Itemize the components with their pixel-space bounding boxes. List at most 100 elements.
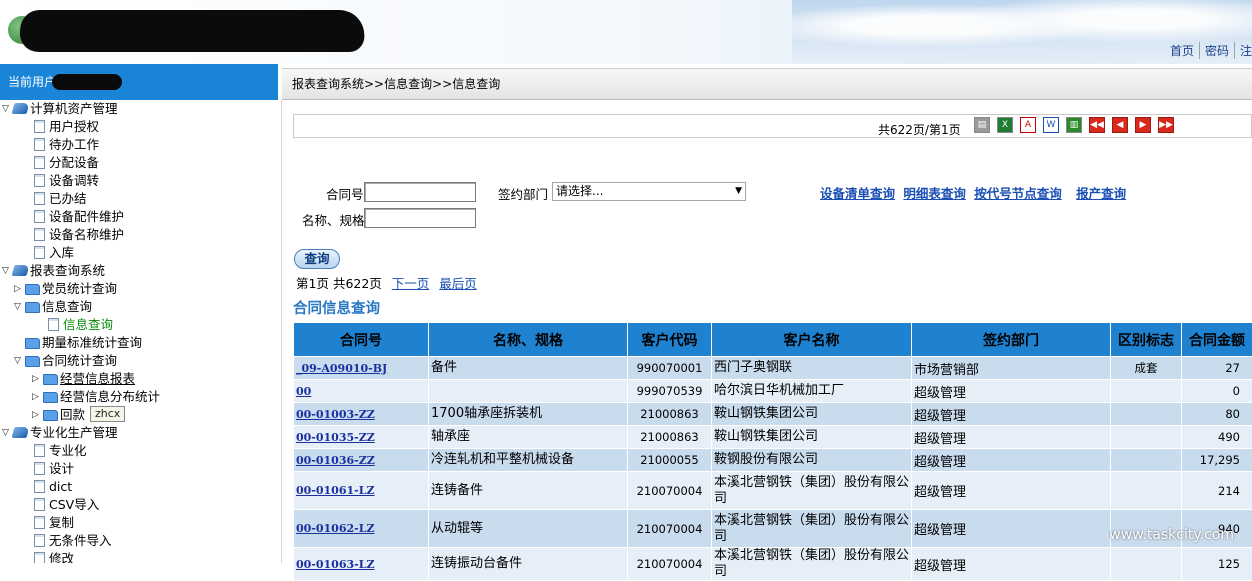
sidebar-item[interactable]: 待办工作: [0, 136, 281, 154]
sidebar-item[interactable]: ▽报表查询系统: [0, 262, 281, 280]
sidebar-item[interactable]: 设计: [0, 460, 281, 478]
table-row[interactable]: 00-01003-ZZ1700轴承座拆装机21000863鞍山钢铁集团公司超级管…: [294, 403, 1252, 426]
csv-icon[interactable]: ▥: [1066, 117, 1082, 133]
contract-link[interactable]: 00-01035-ZZ: [296, 431, 375, 444]
sidebar-item[interactable]: 已办结: [0, 190, 281, 208]
sidebar-item[interactable]: CSV导入: [0, 496, 281, 514]
detail-table-query-link[interactable]: 明细表查询: [903, 186, 966, 201]
tree-collapsed-icon[interactable]: ▷: [32, 388, 41, 406]
cell-contract-no[interactable]: 00-01003-ZZ: [294, 403, 429, 426]
sidebar-item[interactable]: ▷经营信息报表: [0, 370, 281, 388]
code-node-query-link[interactable]: 按代号节点查询: [974, 186, 1062, 201]
cell-customer-name: 本溪北营钢铁（集团）股份有限公司: [712, 510, 912, 548]
sidebar-item-label: 设备名称维护: [49, 226, 124, 244]
sidebar-item[interactable]: dict: [0, 478, 281, 496]
sidebar-item[interactable]: ▽专业化生产管理: [0, 424, 281, 442]
sidebar-item-label: CSV导入: [49, 496, 99, 514]
cell-contract-no[interactable]: _09-A09010-BJ: [294, 357, 429, 380]
doc-icon: [34, 174, 45, 187]
name-spec-input[interactable]: [364, 208, 476, 228]
tree-expanded-icon[interactable]: ▽: [2, 424, 11, 442]
logout-link[interactable]: 注: [1235, 42, 1252, 59]
contract-link[interactable]: 00-01063-LZ: [296, 558, 374, 571]
table-row[interactable]: _09-A09010-BJ备件990070001西门子奥钢联市场营销部成套27: [294, 357, 1252, 380]
sidebar-item[interactable]: 信息查询: [0, 316, 281, 334]
contract-no-input[interactable]: [364, 182, 476, 202]
tree-expanded-icon[interactable]: ▽: [14, 298, 23, 316]
query-button[interactable]: 查询: [294, 249, 340, 269]
tree-expanded-icon[interactable]: ▽: [2, 100, 11, 118]
contract-link[interactable]: 00-01036-ZZ: [296, 454, 375, 467]
prev-page-icon[interactable]: ◀: [1112, 117, 1128, 133]
sidebar-item[interactable]: 设备名称维护: [0, 226, 281, 244]
sidebar-item[interactable]: 分配设备: [0, 154, 281, 172]
sidebar-item[interactable]: ▷经营信息分布统计: [0, 388, 281, 406]
table-row[interactable]: 00-01036-ZZ冷连轧机和平整机械设备21000055鞍钢股份有限公司超级…: [294, 449, 1252, 472]
cell-dept: 超级管理: [912, 449, 1111, 472]
col-contract-no[interactable]: 合同号: [294, 323, 429, 357]
tree-collapsed-icon[interactable]: ▷: [14, 280, 23, 298]
doc-icon: [34, 156, 45, 169]
production-report-query-link[interactable]: 报产查询: [1076, 186, 1126, 201]
equipment-list-query-link[interactable]: 设备清单查询: [820, 186, 895, 201]
cell-contract-no[interactable]: 00-01036-ZZ: [294, 449, 429, 472]
col-flag[interactable]: 区别标志: [1111, 323, 1182, 357]
sidebar-item[interactable]: 入库: [0, 244, 281, 262]
table-row[interactable]: 00999070539哈尔滨日华机械加工厂超级管理0: [294, 380, 1252, 403]
home-link[interactable]: 首页: [1165, 42, 1200, 59]
redacted-username: [52, 74, 122, 90]
pdf-icon[interactable]: A: [1020, 117, 1036, 133]
contract-link[interactable]: 00-01061-LZ: [296, 484, 374, 497]
last-page-icon[interactable]: ▶▶: [1158, 117, 1174, 133]
print-icon[interactable]: ▤: [974, 117, 990, 133]
first-page-icon[interactable]: ◀◀: [1089, 117, 1105, 133]
col-customer-code[interactable]: 客户代码: [628, 323, 712, 357]
sidebar-item[interactable]: 修改: [0, 550, 281, 563]
sidebar-item[interactable]: ▽信息查询: [0, 298, 281, 316]
sidebar-item[interactable]: 期量标准统计查询: [0, 334, 281, 352]
sidebar-item[interactable]: 用户授权: [0, 118, 281, 136]
next-page-icon[interactable]: ▶: [1135, 117, 1151, 133]
cell-contract-no[interactable]: 00-01063-LZ: [294, 548, 429, 581]
table-row[interactable]: 00-01063-LZ连铸振动台备件210070004本溪北营钢铁（集团）股份有…: [294, 548, 1252, 581]
col-customer-name[interactable]: 客户名称: [712, 323, 912, 357]
sidebar-item[interactable]: 设备配件维护: [0, 208, 281, 226]
contract-link[interactable]: 00-01062-LZ: [296, 522, 374, 535]
table-row[interactable]: 00-01061-LZ连铸备件210070004本溪北营钢铁（集团）股份有限公司…: [294, 472, 1252, 510]
cell-contract-no[interactable]: 00: [294, 380, 429, 403]
tree-expanded-icon[interactable]: ▽: [14, 352, 23, 370]
contract-link[interactable]: _09-A09010-BJ: [296, 362, 387, 375]
sidebar-item-label: 用户授权: [49, 118, 99, 136]
next-page-link[interactable]: 下一页: [392, 276, 430, 291]
sidebar-item[interactable]: 复制: [0, 514, 281, 532]
password-link[interactable]: 密码: [1200, 42, 1235, 59]
tree-collapsed-icon[interactable]: ▷: [32, 406, 41, 424]
excel-icon[interactable]: X: [997, 117, 1013, 133]
table-row[interactable]: 00-01035-ZZ轴承座21000863鞍山钢铁集团公司超级管理490: [294, 426, 1252, 449]
current-user-label: 当前用户: [8, 75, 56, 89]
doc-icon: [34, 228, 45, 241]
sidebar-item[interactable]: 设备调转: [0, 172, 281, 190]
cell-contract-no[interactable]: 00-01061-LZ: [294, 472, 429, 510]
sidebar-item[interactable]: ▽计算机资产管理: [0, 100, 281, 118]
sidebar-item[interactable]: ▽合同统计查询: [0, 352, 281, 370]
doc-icon: [34, 480, 45, 493]
tree-collapsed-icon[interactable]: ▷: [32, 370, 41, 388]
sidebar-item[interactable]: ▷回款: [0, 406, 281, 424]
sidebar-item[interactable]: ▷党员统计查询: [0, 280, 281, 298]
col-name-spec[interactable]: 名称、规格: [429, 323, 628, 357]
sidebar-item[interactable]: 专业化: [0, 442, 281, 460]
dept-select[interactable]: 请选择... ▼: [552, 182, 746, 201]
tree-expanded-icon[interactable]: ▽: [2, 262, 11, 280]
col-amount[interactable]: 合同金额: [1182, 323, 1252, 357]
contract-link[interactable]: 00: [296, 385, 311, 398]
cell-contract-no[interactable]: 00-01062-LZ: [294, 510, 429, 548]
col-dept[interactable]: 签约部门: [912, 323, 1111, 357]
sidebar-item[interactable]: 无条件导入: [0, 532, 281, 550]
contract-link[interactable]: 00-01003-ZZ: [296, 408, 375, 421]
last-page-link[interactable]: 最后页: [439, 276, 477, 291]
word-icon[interactable]: W: [1043, 117, 1059, 133]
book-icon: [12, 265, 30, 276]
cell-name-spec: 备件: [429, 357, 628, 380]
cell-contract-no[interactable]: 00-01035-ZZ: [294, 426, 429, 449]
